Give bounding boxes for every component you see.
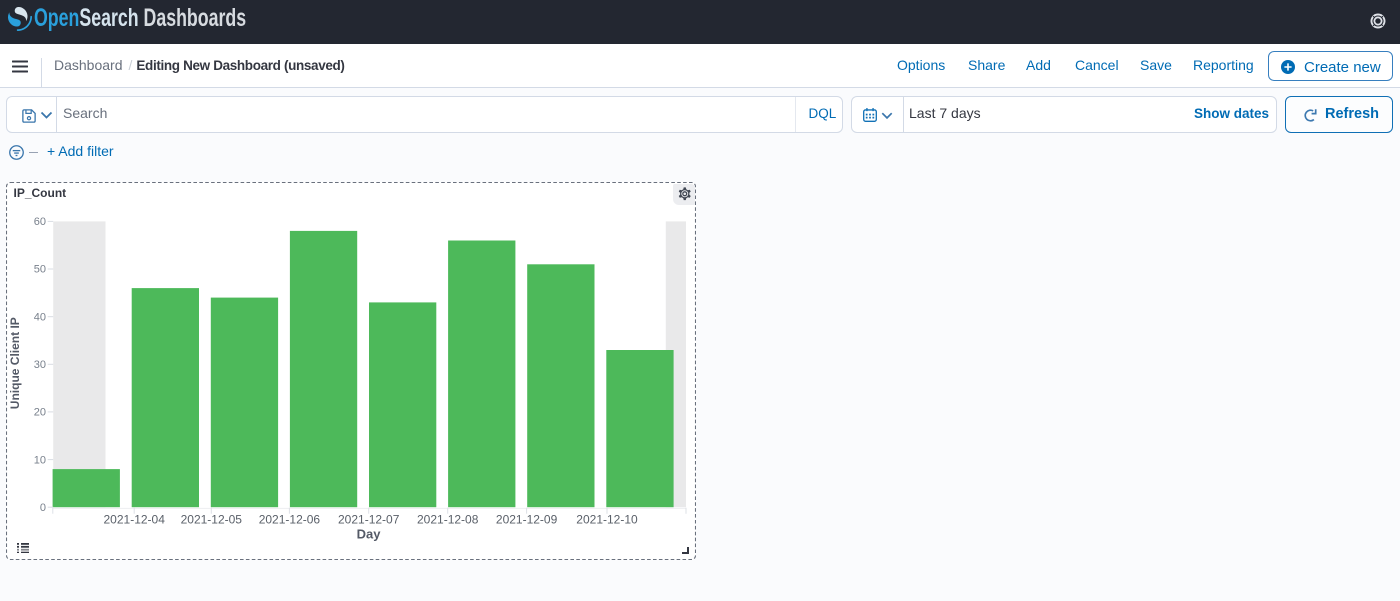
svg-text:2021-12-06: 2021-12-06 [259,513,321,527]
svg-text:10: 10 [34,454,46,466]
svg-text:2021-12-07: 2021-12-07 [338,513,400,527]
svg-text:40: 40 [34,311,46,323]
svg-text:30: 30 [34,359,46,371]
svg-text:2021-12-08: 2021-12-08 [417,513,479,527]
svg-text:Day: Day [357,526,382,541]
svg-text:50: 50 [34,264,46,276]
svg-text:20: 20 [34,407,46,419]
svg-text:Unique Client IP: Unique Client IP [8,317,22,409]
svg-text:60: 60 [34,216,46,228]
svg-text:2021-12-04: 2021-12-04 [104,513,166,527]
svg-text:2021-12-10: 2021-12-10 [576,513,638,527]
svg-text:2021-12-05: 2021-12-05 [181,513,243,527]
svg-text:0: 0 [40,502,46,514]
svg-text:2021-12-09: 2021-12-09 [496,513,558,527]
